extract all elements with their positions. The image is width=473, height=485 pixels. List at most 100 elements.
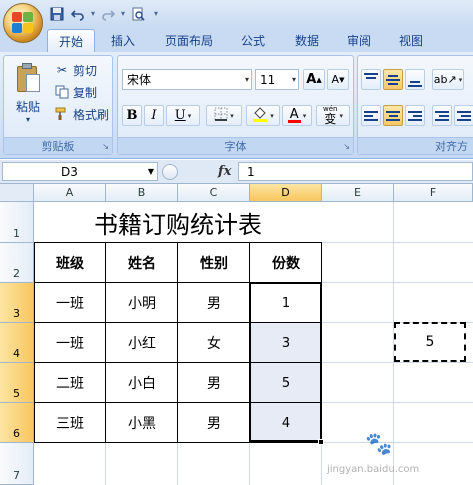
column-header-c[interactable]: C [178,184,250,202]
header-class[interactable]: 班级 [34,243,106,283]
table-cell[interactable]: 三班 [34,403,106,443]
header-name[interactable]: 姓名 [106,243,178,283]
row-header-4[interactable]: 4 [0,323,34,363]
paste-button[interactable]: 粘贴 ▾ [8,60,48,132]
clipboard-launcher-icon[interactable]: ↘ [102,142,109,151]
header-gender[interactable]: 性别 [178,243,250,283]
customize-icon[interactable]: ▾ [150,5,162,23]
save-icon[interactable] [48,5,66,23]
tab-home[interactable]: 开始 [47,29,95,52]
undo-icon[interactable] [69,5,87,23]
table-cell[interactable]: 4 [250,403,322,443]
row-header-6[interactable]: 6 [0,403,34,443]
font-name-combo[interactable]: 宋体 ▾ [122,69,252,90]
header-copies[interactable]: 份数 [250,243,322,283]
fill-color-button[interactable]: ▾ [246,105,280,126]
print-preview-icon[interactable] [129,5,147,23]
table-cell-active[interactable]: 1 [250,283,322,323]
font-launcher-icon[interactable]: ↘ [343,142,350,151]
column-header-a[interactable]: A [34,184,106,202]
column-header-f[interactable]: F [394,184,473,202]
chevron-down-icon[interactable]: ▾ [292,70,296,89]
paste-dropdown-icon[interactable]: ▾ [26,115,30,124]
table-cell[interactable]: 小白 [106,363,178,403]
row-header-2[interactable]: 2 [0,243,34,283]
tab-data[interactable]: 数据 [286,29,328,52]
table-cell[interactable]: 男 [178,403,250,443]
select-all-corner[interactable] [0,184,34,202]
chevron-down-icon[interactable]: ▾ [230,112,234,120]
bottom-align-button[interactable] [405,69,425,90]
table-cell[interactable]: 二班 [34,363,106,403]
tab-insert[interactable]: 插入 [102,29,144,52]
row-header-5[interactable]: 5 [0,363,34,403]
column-header-e[interactable]: E [322,184,394,202]
redo-icon[interactable] [99,5,117,23]
font-color-button[interactable]: A ▾ [282,105,312,126]
shrink-font-button[interactable]: A ▼ [327,69,349,90]
undo-dropdown-icon[interactable]: ▾ [90,5,96,23]
increase-indent-button[interactable] [454,105,473,126]
table-cell[interactable]: 一班 [34,323,106,363]
align-center-button[interactable] [383,105,403,126]
grow-font-button[interactable]: A ▲ [303,69,325,90]
tab-review[interactable]: 审阅 [338,29,380,52]
align-right-button[interactable] [405,105,425,126]
name-box[interactable]: D3 ▼ [2,162,158,181]
table-cell[interactable]: 5 [250,363,322,403]
font-size-combo[interactable]: 11 ▾ [255,69,299,90]
chevron-down-icon[interactable]: ▾ [270,112,274,120]
format-painter-button[interactable]: 格式刷 [54,105,109,123]
table-cell[interactable]: 一班 [34,283,106,323]
copied-cell-f4[interactable]: 5 [394,322,466,362]
font-color-icon: A [287,108,301,123]
cut-button[interactable]: ✂ 剪切 [54,61,97,79]
chevron-down-icon[interactable]: ▾ [188,112,192,120]
table-cell[interactable]: 小明 [106,283,178,323]
row-header-1[interactable]: 1 [0,202,34,243]
chevron-down-icon[interactable]: ▾ [245,70,249,89]
orientation-button[interactable]: ab↗ ▾ [432,69,464,90]
italic-button[interactable]: I [144,105,164,126]
clipboard-group: 粘贴 ▾ ✂ 剪切 复制 格式刷 剪贴板 ↘ [3,55,113,155]
table-cell[interactable]: 小黑 [106,403,178,443]
table-cell[interactable]: 女 [178,323,250,363]
top-align-button[interactable] [361,69,381,90]
office-logo-icon [12,12,34,34]
redo-dropdown-icon[interactable]: ▾ [120,5,126,23]
formula-input[interactable]: 1 [238,162,473,181]
spreadsheet-grid: A B C D E F 1 2 3 4 5 6 7 书籍订购统计表 班级 姓名 … [0,184,473,485]
row-header-3[interactable]: 3 [0,283,34,323]
table-cell[interactable]: 男 [178,283,250,323]
middle-align-button[interactable] [383,69,403,90]
column-header-b[interactable]: B [106,184,178,202]
bold-button[interactable]: B [122,105,142,126]
chevron-down-icon[interactable]: ▾ [459,76,463,84]
row-header-7[interactable]: 7 [0,443,34,485]
font-group: 宋体 ▾ 11 ▾ A ▲ A ▼ B I U ▾ ▾ ▾ A ▾ wén 变 … [117,55,354,155]
insert-function-icon[interactable]: fx [218,164,231,179]
borders-button[interactable]: ▾ [206,105,242,126]
office-button[interactable] [3,3,43,43]
phonetic-guide-button[interactable]: wén 变 ▾ [316,105,350,126]
table-cell[interactable]: 小红 [106,323,178,363]
copy-button[interactable]: 复制 [54,83,97,101]
chevron-down-icon[interactable]: ▾ [339,112,343,120]
tab-formulas[interactable]: 公式 [232,29,274,52]
fill-handle[interactable] [318,439,324,445]
resize-handle-icon[interactable] [162,163,178,180]
column-header-d[interactable]: D [250,184,322,202]
text-orientation-icon: ab↗ [433,73,457,86]
underline-button[interactable]: U ▾ [166,105,200,126]
chevron-down-icon[interactable]: ▼ [148,167,154,176]
tab-view[interactable]: 视图 [390,29,432,52]
chevron-down-icon[interactable]: ▾ [303,112,307,120]
sheet-title[interactable]: 书籍订购统计表 [34,202,322,243]
table-cell[interactable]: 3 [250,323,322,363]
tab-page-layout[interactable]: 页面布局 [158,29,220,52]
decrease-indent-button[interactable] [432,105,452,126]
align-left-button[interactable] [361,105,381,126]
shrink-font-label: A [331,73,340,86]
table-cell[interactable]: 男 [178,363,250,403]
fill-bucket-icon [252,106,268,126]
